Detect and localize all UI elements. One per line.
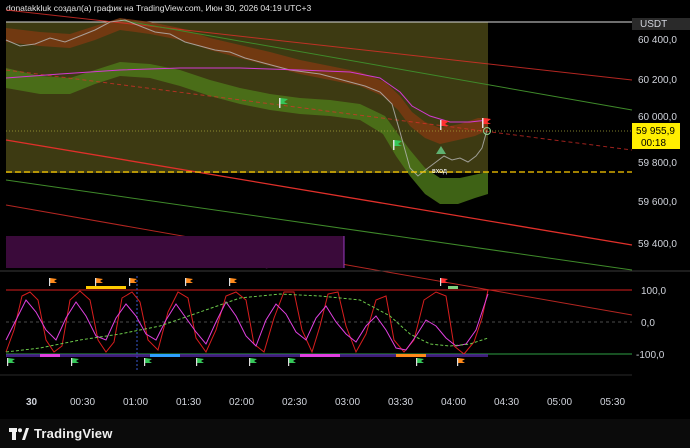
bear-flag-icon <box>229 278 237 286</box>
bear-flag-icon <box>129 278 137 286</box>
time-tick-label: 30 <box>26 397 38 408</box>
bull-flag-icon <box>457 358 465 366</box>
signal-strip <box>86 286 126 289</box>
signal-strip <box>150 354 180 357</box>
bull-flag-icon <box>416 358 424 366</box>
price-tick-label: 60 000,0 <box>638 112 677 123</box>
bear-flag-icon <box>95 278 103 286</box>
bull-flag-icon <box>288 358 296 366</box>
time-tick-label: 02:00 <box>229 397 254 408</box>
time-tick-label: 01:30 <box>176 397 201 408</box>
bull-flag-icon <box>196 358 204 366</box>
entry-label: вход <box>432 168 447 175</box>
time-tick-label: 04:00 <box>441 397 466 408</box>
volume-zone <box>6 236 344 268</box>
bar-countdown: 00:18 <box>641 138 666 149</box>
price-tick-label: 59 600,0 <box>638 197 677 208</box>
brand-name: TradingView <box>34 426 113 441</box>
osc-trend-line <box>5 293 489 353</box>
time-tick-label: 03:00 <box>335 397 360 408</box>
signal-strip <box>40 354 60 357</box>
bull-flag-icon <box>71 358 79 366</box>
currency-label: USDT <box>640 19 667 30</box>
time-tick-label: 04:30 <box>494 397 519 408</box>
price-tick-label: 59 400,0 <box>638 239 677 250</box>
signal-strip <box>300 354 340 357</box>
time-tick-label: 05:30 <box>600 397 625 408</box>
price-tick-label: 59 800,0 <box>638 158 677 169</box>
time-tick-label: 03:30 <box>388 397 413 408</box>
time-tick-label: 02:30 <box>282 397 307 408</box>
signal-strip <box>448 286 458 289</box>
bull-flag-icon <box>144 358 152 366</box>
current-price-value: 59 955,9 <box>636 126 675 137</box>
chart-canvas[interactable]: вход USDT 60 400,0 60 200,0 60 000,0 59 … <box>0 0 690 420</box>
time-tick-label: 01:00 <box>123 397 148 408</box>
signal-strip <box>396 354 426 357</box>
tradingview-logo-icon <box>9 427 29 440</box>
osc-tick-label: -100,0 <box>636 350 665 361</box>
bear-flag-icon <box>49 278 57 286</box>
footer: TradingView <box>0 419 690 448</box>
bull-flag-icon <box>7 358 15 366</box>
bear-flag-icon <box>185 278 193 286</box>
time-tick-label: 00:30 <box>70 397 95 408</box>
osc-tick-label: 100,0 <box>641 286 666 297</box>
time-tick-label: 05:00 <box>547 397 572 408</box>
osc-tick-label: 0,0 <box>641 318 655 329</box>
tradingview-logo[interactable]: TradingView <box>9 426 113 441</box>
bull-flag-icon <box>249 358 257 366</box>
price-tick-label: 60 200,0 <box>638 75 677 86</box>
price-tick-label: 60 400,0 <box>638 35 677 46</box>
